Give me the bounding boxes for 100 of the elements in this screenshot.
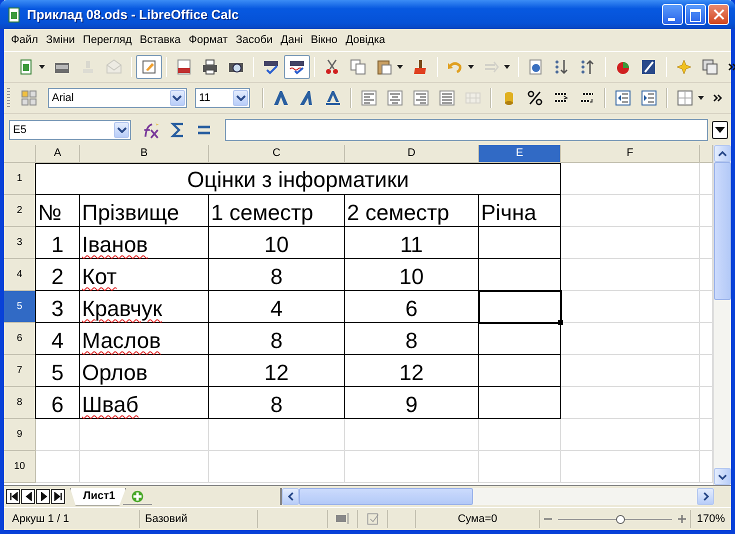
- row-header[interactable]: 2: [4, 195, 36, 227]
- underline-icon[interactable]: [325, 90, 342, 106]
- percent-icon[interactable]: [527, 90, 544, 106]
- horizontal-scrollbar[interactable]: [280, 488, 714, 505]
- vertical-scrollbar[interactable]: [713, 145, 731, 485]
- row-header[interactable]: 3: [4, 227, 36, 259]
- align-left-icon[interactable]: [361, 90, 378, 106]
- chevron-down-icon[interactable]: [172, 95, 182, 101]
- sort-ascending-icon[interactable]: [554, 59, 570, 75]
- chevron-down-icon[interactable]: [116, 126, 126, 132]
- scroll-right-icon[interactable]: [702, 492, 708, 501]
- column-header[interactable]: F: [561, 145, 700, 163]
- page-style: Базовий: [140, 510, 258, 528]
- scroll-left-icon[interactable]: [288, 492, 294, 501]
- auto-spellcheck-icon[interactable]: [289, 59, 305, 75]
- menu-item[interactable]: Засоби: [232, 32, 277, 48]
- column-header[interactable]: A: [36, 145, 80, 163]
- column-header[interactable]: B: [80, 145, 209, 163]
- scroll-up-icon[interactable]: [718, 150, 727, 156]
- menu-item[interactable]: Вікно: [306, 32, 342, 48]
- merge-cells-icon[interactable]: [465, 90, 482, 106]
- column-header[interactable]: C: [209, 145, 345, 163]
- scroll-down-icon[interactable]: [718, 474, 727, 480]
- maximize-button[interactable]: [685, 4, 706, 25]
- column-header[interactable]: E: [479, 145, 561, 163]
- spellcheck-icon[interactable]: [263, 59, 279, 75]
- caret-icon[interactable]: [697, 95, 706, 101]
- star-icon[interactable]: [676, 59, 692, 75]
- print-icon[interactable]: [202, 59, 218, 75]
- table-cell: 2: [51, 264, 64, 289]
- first-sheet-icon[interactable]: [8, 492, 18, 501]
- sort-descending-icon[interactable]: [580, 59, 596, 75]
- table-cell: 8: [270, 264, 283, 289]
- row-header[interactable]: 7: [4, 355, 36, 387]
- table-cell: Шваб: [82, 392, 138, 417]
- chart-icon[interactable]: [615, 59, 631, 75]
- function-icon[interactable]: [142, 120, 160, 138]
- menu-item[interactable]: Зміни: [42, 32, 79, 48]
- gallery-icon[interactable]: [702, 59, 718, 75]
- edit-document-icon[interactable]: [141, 59, 157, 75]
- caret-icon[interactable]: [396, 64, 404, 70]
- column-header[interactable]: D: [345, 145, 479, 163]
- new-spreadsheet-icon[interactable]: [18, 59, 34, 75]
- scroll-thumb[interactable]: [299, 488, 474, 505]
- row-header[interactable]: 5: [4, 291, 36, 323]
- justify-icon[interactable]: [439, 90, 456, 106]
- row-header[interactable]: 8: [4, 387, 36, 419]
- auto-spellcheck-button[interactable]: [284, 55, 310, 79]
- pdf-icon[interactable]: [176, 59, 192, 75]
- sheet-tab[interactable]: Лист1: [70, 488, 126, 506]
- edit-document-button[interactable]: [136, 55, 162, 79]
- font-size-field[interactable]: 11: [194, 88, 250, 108]
- chevron-down-icon[interactable]: [236, 95, 246, 101]
- scroll-thumb[interactable]: [714, 162, 731, 300]
- menu-item[interactable]: Вставка: [136, 32, 185, 48]
- menu-item[interactable]: Перегляд: [78, 32, 136, 48]
- more-icon[interactable]: [713, 93, 724, 103]
- row-header[interactable]: 6: [4, 323, 36, 355]
- row-header[interactable]: 9: [4, 419, 36, 451]
- borders-icon[interactable]: [677, 90, 694, 106]
- navigator-icon[interactable]: [528, 59, 544, 75]
- menu-item[interactable]: Файл: [7, 32, 42, 48]
- menu-item[interactable]: Формат: [184, 32, 232, 48]
- caret-icon[interactable]: [503, 64, 511, 70]
- row-header[interactable]: 10: [4, 451, 36, 483]
- active-cell[interactable]: [479, 291, 561, 323]
- zoom-in-icon[interactable]: [678, 515, 686, 523]
- font-name-field[interactable]: Arial: [48, 88, 187, 108]
- next-sheet-icon[interactable]: [38, 492, 48, 501]
- brush-icon[interactable]: [412, 59, 428, 75]
- expand-button[interactable]: [712, 120, 728, 138]
- slider-thumb[interactable]: [616, 514, 625, 524]
- row-header[interactable]: 1: [4, 163, 36, 195]
- copy-icon[interactable]: [350, 59, 366, 75]
- sum-icon[interactable]: [170, 120, 186, 138]
- add-sheet-icon[interactable]: [131, 490, 144, 502]
- minimize-button[interactable]: [662, 4, 683, 25]
- name-box[interactable]: E5: [9, 120, 131, 140]
- cut-icon[interactable]: [324, 59, 340, 75]
- bold-icon[interactable]: [273, 90, 290, 106]
- close-button[interactable]: [708, 4, 729, 25]
- paste-icon[interactable]: [376, 59, 392, 75]
- outdent-icon[interactable]: [615, 90, 632, 106]
- row-header[interactable]: 4: [4, 259, 36, 291]
- more-icon[interactable]: [728, 62, 735, 72]
- caret-icon[interactable]: [467, 64, 475, 70]
- corner-cell[interactable]: [4, 145, 36, 163]
- caret-icon[interactable]: [38, 64, 46, 70]
- menu-item[interactable]: Дані: [276, 32, 307, 48]
- indent-icon[interactable]: [641, 90, 658, 106]
- formula-input[interactable]: [225, 118, 708, 140]
- styles-icon[interactable]: [20, 90, 37, 106]
- pen-icon[interactable]: [641, 59, 657, 75]
- align-right-icon[interactable]: [413, 90, 430, 106]
- align-center-icon[interactable]: [387, 90, 404, 106]
- spreadsheet-icon: [6, 6, 22, 22]
- last-sheet-icon[interactable]: [54, 492, 62, 501]
- triangle-down-icon[interactable]: [715, 126, 725, 132]
- menu-item[interactable]: Довідка: [342, 32, 390, 48]
- previous-sheet-icon[interactable]: [24, 492, 32, 501]
